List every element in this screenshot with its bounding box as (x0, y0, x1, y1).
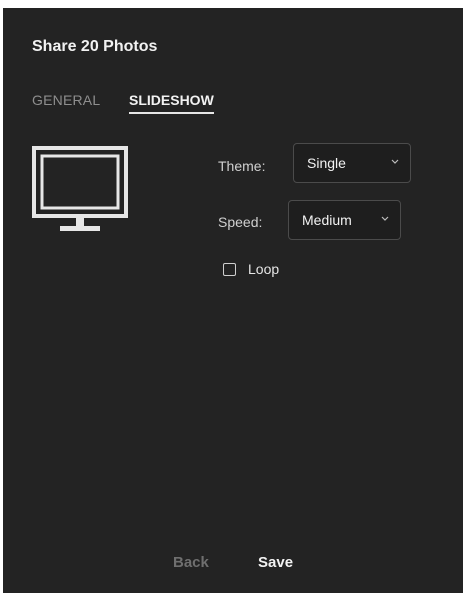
chevron-down-icon (381, 216, 389, 221)
theme-value: Single (307, 155, 346, 171)
share-dialog: Share 20 Photos GENERAL SLIDESHOW Theme:… (3, 8, 463, 593)
save-button[interactable]: Save (258, 554, 293, 571)
back-button[interactable]: Back (173, 554, 209, 571)
theme-label: Theme: (218, 158, 266, 174)
loop-checkbox[interactable] (223, 263, 236, 276)
speed-label: Speed: (218, 214, 263, 230)
tab-slideshow[interactable]: SLIDESHOW (129, 92, 214, 114)
loop-label[interactable]: Loop (248, 261, 279, 277)
tab-general[interactable]: GENERAL (32, 92, 100, 108)
speed-select[interactable]: Medium (288, 200, 401, 240)
chevron-down-icon (391, 159, 399, 164)
theme-select[interactable]: Single (293, 143, 411, 183)
dialog-title: Share 20 Photos (32, 38, 158, 55)
speed-value: Medium (302, 212, 352, 228)
monitor-icon (32, 146, 128, 231)
